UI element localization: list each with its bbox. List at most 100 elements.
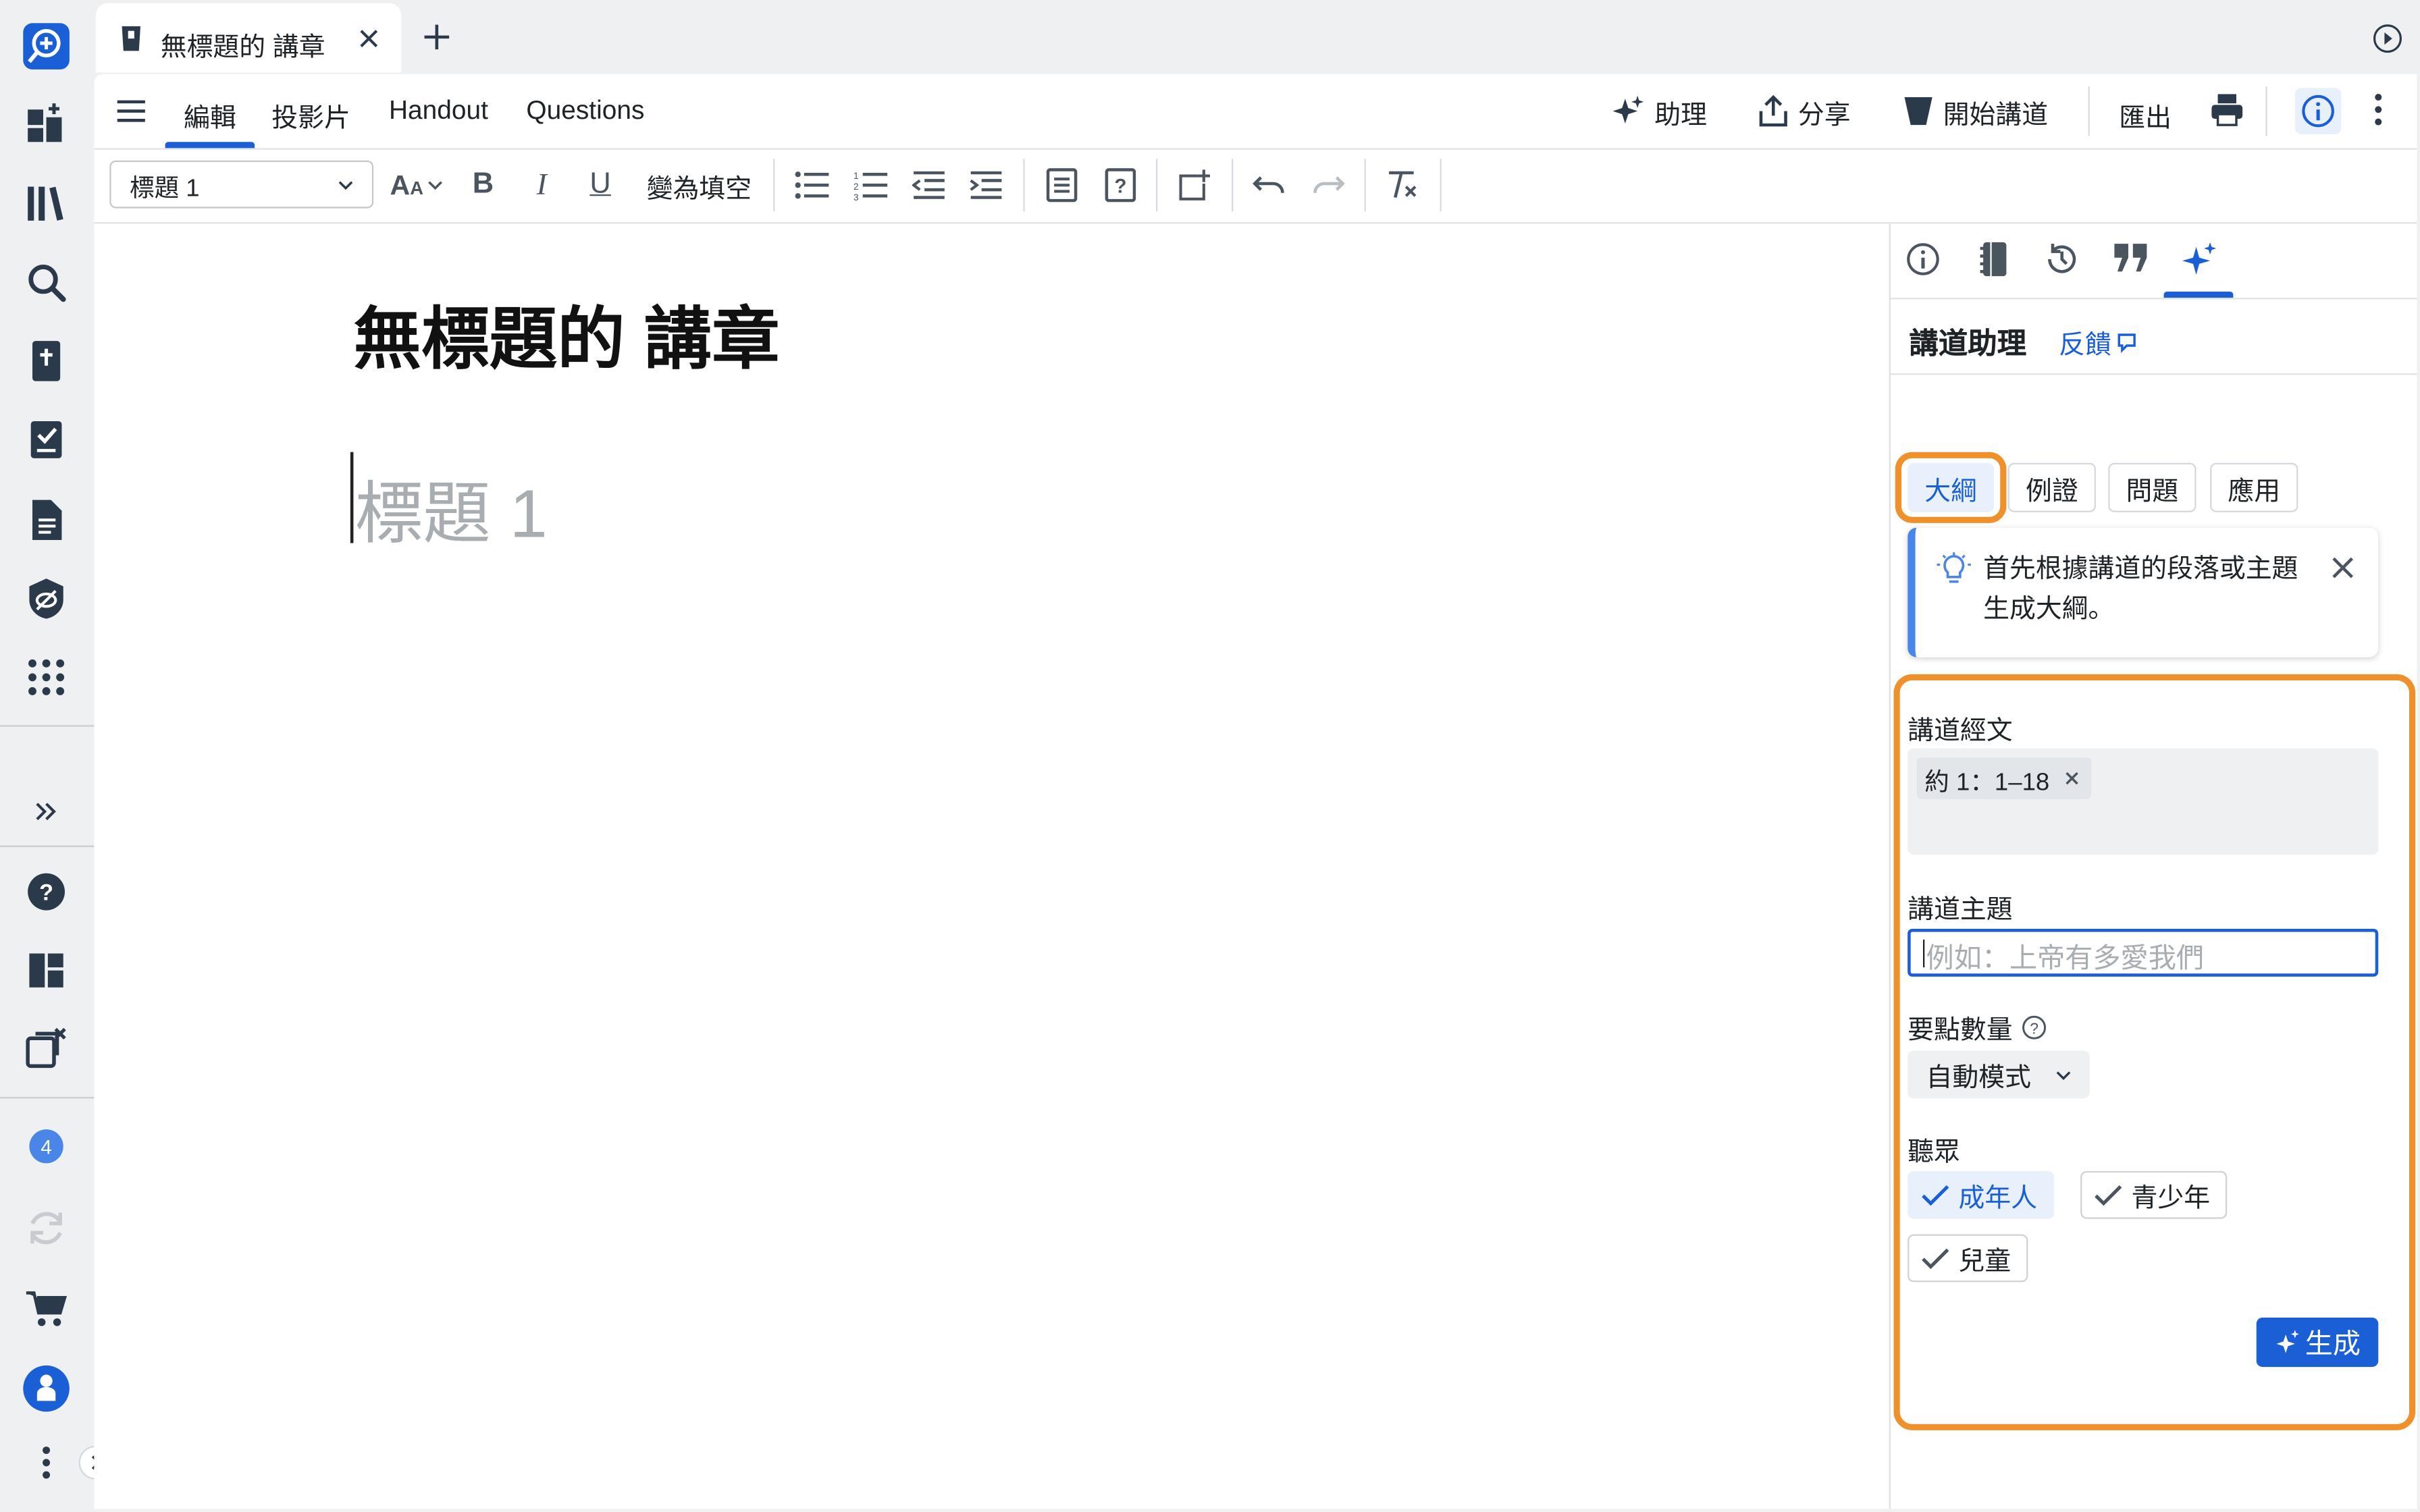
info-toggle-button[interactable] (2294, 88, 2342, 134)
editor-area[interactable]: 無標題的 講章 標題 1 (94, 223, 1889, 1509)
passage-field[interactable]: 約 1：1–18 (1908, 748, 2379, 855)
audience-children-label: 兒童 (1958, 1246, 2011, 1276)
hamburger-menu-icon[interactable] (115, 99, 147, 124)
play-circle-icon[interactable] (2372, 23, 2403, 54)
bold-icon[interactable]: B (465, 165, 502, 205)
tab-outline[interactable]: 大綱 (1908, 462, 1995, 512)
menu-questions[interactable]: Questions (526, 96, 644, 127)
sync-icon[interactable] (18, 1200, 74, 1256)
assistant-label: 助理 (1654, 99, 1707, 129)
new-tab-plus-icon[interactable] (423, 23, 450, 51)
tab-applications[interactable]: 應用 (2210, 462, 2298, 512)
generate-button[interactable]: 生成 (2256, 1317, 2379, 1368)
feedback-link[interactable]: 反饋 (2059, 323, 2138, 361)
assistant-tab[interactable] (2163, 223, 2234, 298)
share-button[interactable]: 分享 (1758, 92, 1851, 130)
share-label: 分享 (1797, 99, 1851, 129)
paragraph-style-select[interactable]: 標題 1 (109, 160, 374, 209)
library-icon[interactable] (18, 176, 74, 232)
export-button[interactable]: 匯出 (2119, 96, 2172, 134)
text-block-icon[interactable] (1042, 165, 1082, 205)
audience-youth[interactable]: 青少年 (2080, 1170, 2228, 1219)
menu-handout[interactable]: Handout (389, 96, 488, 127)
active-menu-underline (165, 142, 255, 148)
svg-text:?: ? (1114, 176, 1126, 198)
panel-tabs-divider (1890, 298, 2417, 300)
sparkle-tab-icon (2182, 242, 2217, 275)
document-title[interactable]: 無標題的 講章 (353, 284, 779, 383)
svg-text:2: 2 (853, 182, 859, 192)
check-icon (2095, 1184, 2122, 1206)
font-size-button[interactable]: AA (388, 165, 446, 205)
notebook-tab-icon[interactable] (1978, 241, 2009, 278)
underline-icon[interactable]: U (582, 165, 619, 205)
close-panels-icon[interactable] (18, 1020, 74, 1075)
insert-block-icon[interactable] (1174, 165, 1214, 205)
document-tab[interactable]: 無標題的 講章 (95, 3, 402, 73)
help-circle-icon[interactable]: ? (2022, 1015, 2047, 1040)
heading-placeholder[interactable]: 標題 1 (355, 458, 548, 557)
audience-adults[interactable]: 成年人 (1908, 1170, 2055, 1219)
theme-input[interactable]: 例如：上帝有多愛我們 (1908, 928, 2379, 977)
menu-slides[interactable]: 投影片 (271, 96, 350, 134)
redo-icon[interactable] (1309, 165, 1348, 205)
info-icon (2302, 94, 2334, 128)
apps-grid-icon[interactable] (18, 649, 74, 705)
check-icon (1922, 1184, 1949, 1206)
reading-plan-icon[interactable] (18, 412, 74, 467)
info-tab-icon[interactable] (1906, 242, 1940, 276)
assistant-button[interactable]: 助理 (1611, 92, 1707, 130)
toolbar-divider (1023, 159, 1025, 212)
document-icon[interactable] (18, 492, 74, 547)
app-sidebar: ? 4 (0, 0, 113, 1512)
layout-icon[interactable] (18, 943, 74, 998)
cart-icon[interactable] (18, 1280, 74, 1336)
assistant-panel: 講道助理 反饋 大綱 例證 問題 應用 首先根據講道的段落或主題生成大綱。 講道… (1890, 223, 2417, 1509)
indent-icon[interactable] (966, 165, 1006, 205)
quote-tab-icon[interactable] (2113, 242, 2150, 273)
more-options-icon[interactable] (2373, 92, 2383, 126)
dashboard-add-icon[interactable] (18, 96, 74, 151)
bullet-list-icon[interactable] (792, 165, 832, 205)
italic-icon[interactable]: I (523, 165, 560, 205)
tab-questions[interactable]: 問題 (2108, 462, 2197, 512)
remove-tag-icon[interactable] (2065, 772, 2079, 786)
notifications-badge[interactable]: 4 (18, 1118, 74, 1174)
account-avatar-icon[interactable] (18, 1361, 74, 1416)
history-tab-icon[interactable] (2043, 241, 2080, 278)
logos-logo-icon[interactable] (18, 18, 74, 74)
help-icon[interactable]: ? (18, 864, 74, 919)
undo-icon[interactable] (1248, 165, 1288, 205)
more-vertical-icon[interactable] (18, 1435, 74, 1490)
assistant-title: 講道助理 (1909, 328, 2027, 361)
audience-children[interactable]: 兒童 (1908, 1234, 2028, 1282)
cloze-button[interactable]: 變為填空 (637, 165, 761, 205)
svg-text:1: 1 (853, 171, 859, 181)
sidebar-divider (0, 725, 95, 727)
sparkle-icon (2276, 1330, 2298, 1353)
expand-sidebar-icon[interactable] (18, 784, 74, 839)
pulpit-icon (1904, 97, 1932, 126)
hidden-shield-icon[interactable] (18, 571, 74, 626)
print-icon[interactable] (2210, 92, 2244, 126)
close-tip-icon[interactable] (2332, 557, 2354, 578)
menu-edit[interactable]: 編輯 (184, 96, 236, 134)
points-label-row: 要點數量 ? (1908, 1008, 2047, 1046)
clear-formatting-icon[interactable] (1383, 165, 1423, 205)
bible-icon[interactable] (18, 333, 74, 389)
passage-tag: 約 1：1–18 (1916, 757, 2092, 799)
tab-illustrations[interactable]: 例證 (2007, 462, 2096, 512)
tip-card: 首先根據講道的段落或主題生成大綱。 (1908, 527, 2379, 657)
sermon-editor-panel: 編輯 投影片 Handout Questions 助理 分享 開始講道 匯出 標… (94, 74, 2417, 1509)
passage-tag-label: 約 1：1–18 (1924, 769, 2050, 796)
question-block-icon[interactable]: ? (1101, 165, 1140, 205)
start-preaching-button[interactable]: 開始講道 (1903, 92, 2048, 130)
numbered-list-icon[interactable]: 123 (850, 165, 890, 205)
outdent-icon[interactable] (909, 165, 949, 205)
points-select[interactable]: 自動模式 (1908, 1050, 2090, 1099)
close-tab-icon[interactable] (360, 29, 378, 48)
passage-label: 講道經文 (1908, 716, 2013, 745)
comment-icon (2118, 333, 2136, 352)
toolbar-divider (1155, 159, 1158, 212)
search-icon[interactable] (18, 254, 74, 310)
